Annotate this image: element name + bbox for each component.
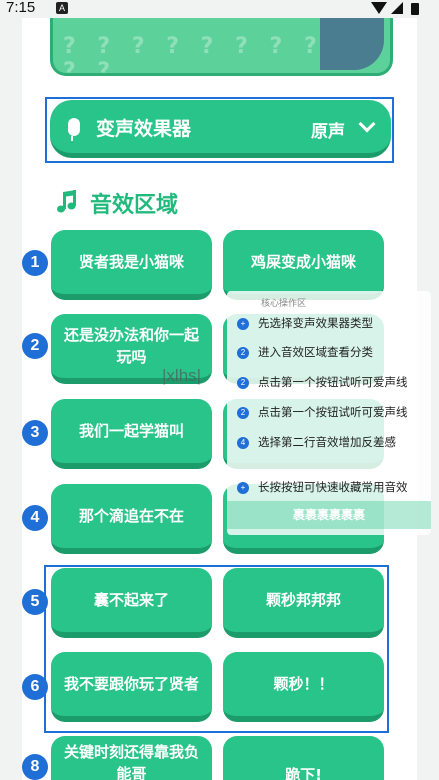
notification-app-icon: A <box>56 2 68 14</box>
battery-icon <box>411 3 419 15</box>
overlay-item: 2 点击第一个按钮试听可爱声线 <box>237 374 408 390</box>
step-dot-icon: 2 <box>237 347 249 359</box>
step-dot-icon: 2 <box>237 377 249 389</box>
overlay-item: 2 点击第一个按钮试听可爱声线 <box>237 404 408 420</box>
chevron-down-icon <box>358 115 376 133</box>
overlay-item: + 先选择变声效果器类型 <box>237 315 373 331</box>
sound-button[interactable]: 鸡屎变成小猫咪 <box>223 230 384 300</box>
music-note-icon <box>57 190 76 213</box>
microphone-icon <box>68 118 80 141</box>
sound-button[interactable]: 贤者我是小猫咪 <box>51 230 212 300</box>
signal-icon <box>391 2 403 14</box>
voice-changer-selector[interactable]: 变声效果器 原声 <box>50 100 391 158</box>
voice-changer-current-value: 原声 <box>311 122 345 142</box>
overlay-item-text: 点击第一个按钮试听可爱声线 <box>258 375 408 389</box>
sound-button[interactable]: 囊不起来了 <box>51 568 212 638</box>
overlay-item-text: 长按按钮可快速收藏常用音效 <box>258 480 408 494</box>
step-badge: 3 <box>22 420 48 446</box>
status-bar: 7:15 A <box>0 0 439 18</box>
step-badge: 4 <box>22 505 48 531</box>
overlay-item-text: 进入音效区域查看分类 <box>258 345 373 359</box>
status-time: 7:15 <box>6 0 36 16</box>
overlay-item-text: 先选择变声效果器类型 <box>258 316 373 330</box>
sound-button[interactable]: 我们一起学猫叫 <box>51 399 212 469</box>
section-title: 音效区域 <box>90 193 179 218</box>
overlay-title: 核心操作区 <box>261 299 307 309</box>
sound-button[interactable]: 关键时刻还得靠我负能哥 <box>51 736 212 780</box>
overlay-item: 4 选择第二行音效增加反差感 <box>237 434 396 450</box>
step-dot-icon: 2 <box>237 407 249 419</box>
sound-button[interactable]: 我不要跟你玩了贤者 <box>51 652 212 722</box>
sound-button[interactable]: 跪下! <box>223 736 384 780</box>
sound-button[interactable]: 那个滴追在不在 <box>51 484 212 554</box>
step-badge: 8 <box>22 754 48 780</box>
sound-button[interactable]: 颗秒！！ <box>223 652 384 722</box>
overlay-item: + 长按按钮可快速收藏常用音效 <box>237 479 408 495</box>
step-dot-icon: + <box>237 482 249 494</box>
status-indicators <box>371 2 433 16</box>
core-operation-overlay: 核心操作区 + 先选择变声效果器类型 2 进入音效区域查看分类 2 点击第一个按钮试听… <box>227 291 431 535</box>
step-dot-icon: 4 <box>237 437 249 449</box>
overlay-footer-strip: 裹裹裹裹裹裹 <box>227 501 431 529</box>
step-dot-icon: + <box>237 318 249 330</box>
overlay-item: 2 进入音效区域查看分类 <box>237 344 373 360</box>
step-badge: 1 <box>22 250 48 276</box>
sound-button[interactable]: 颗秒邦邦邦 <box>223 568 384 638</box>
overlay-item-text: 选择第二行音效增加反差感 <box>258 435 396 449</box>
overlay-item-text: 点击第一个按钮试听可爱声线 <box>258 405 408 419</box>
watermark-text: |xlhs| <box>162 366 202 385</box>
wifi-icon <box>371 2 387 14</box>
step-badge: 2 <box>22 333 48 359</box>
voice-changer-title: 变声效果器 <box>96 118 192 140</box>
